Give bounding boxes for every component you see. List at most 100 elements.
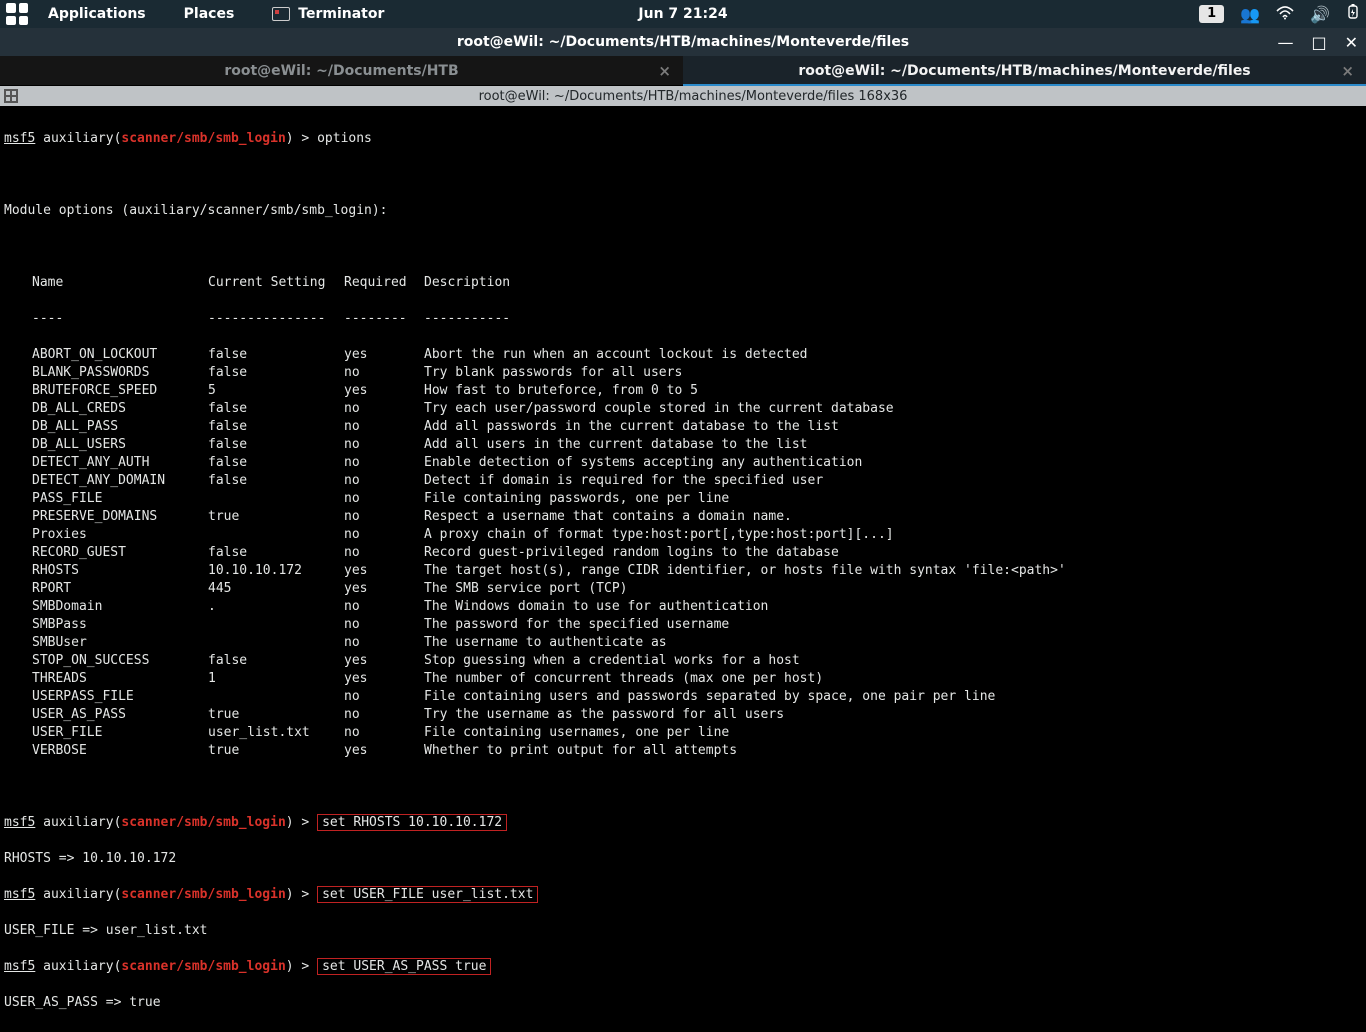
opt-name: DB_ALL_PASS <box>32 418 208 436</box>
menu-places[interactable]: Places <box>184 6 235 22</box>
opt-name: STOP_ON_SUCCESS <box>32 652 208 670</box>
volume-icon[interactable]: 🔊 <box>1310 5 1330 24</box>
opt-name: DETECT_ANY_AUTH <box>32 454 208 472</box>
opt-required: no <box>344 688 424 706</box>
wifi-icon[interactable] <box>1276 5 1294 24</box>
table-row: BLANK_PASSWORDSfalsenoTry blank password… <box>4 364 1362 382</box>
opt-name: RECORD_GUEST <box>32 544 208 562</box>
terminator-infobar: root@eWil: ~/Documents/HTB/machines/Mont… <box>0 86 1366 106</box>
opt-required: no <box>344 598 424 616</box>
opt-description: Enable detection of systems accepting an… <box>424 454 862 472</box>
opt-description: The SMB service port (TCP) <box>424 580 628 598</box>
opt-current: false <box>208 454 344 472</box>
clock[interactable]: Jun 7 21:24 <box>638 6 727 22</box>
opt-required: yes <box>344 580 424 598</box>
opt-current: false <box>208 472 344 490</box>
opt-name: ABORT_ON_LOCKOUT <box>32 346 208 364</box>
opt-name: DB_ALL_USERS <box>32 436 208 454</box>
result-userfile: USER_FILE => user_list.txt <box>4 922 1362 940</box>
table-row: THREADS1yesThe number of concurrent thre… <box>4 670 1362 688</box>
opt-required: no <box>344 436 424 454</box>
opt-required: no <box>344 472 424 490</box>
opt-required: yes <box>344 346 424 364</box>
opt-required: no <box>344 634 424 652</box>
opt-description: Record guest-privileged random logins to… <box>424 544 839 562</box>
menu-app-running[interactable]: Terminator <box>272 6 384 22</box>
opt-required: no <box>344 400 424 418</box>
opt-current: 10.10.10.172 <box>208 562 344 580</box>
minimize-button[interactable]: — <box>1277 33 1293 52</box>
opt-description: The password for the specified username <box>424 616 729 634</box>
opt-description: Detect if domain is required for the spe… <box>424 472 823 490</box>
table-row: DB_ALL_USERSfalsenoAdd all users in the … <box>4 436 1362 454</box>
opt-current: true <box>208 706 344 724</box>
opt-current: false <box>208 400 344 418</box>
opt-description: A proxy chain of format type:host:port[,… <box>424 526 894 544</box>
table-row: RHOSTS10.10.10.172yesThe target host(s),… <box>4 562 1362 580</box>
opt-name: USERPASS_FILE <box>32 688 208 706</box>
opt-name: SMBPass <box>32 616 208 634</box>
opt-name: USER_AS_PASS <box>32 706 208 724</box>
opt-current: user_list.txt <box>208 724 344 742</box>
opt-current <box>208 490 344 508</box>
tab-2-close-icon[interactable]: × <box>1341 62 1354 80</box>
tab-2-label: root@eWil: ~/Documents/HTB/machines/Mont… <box>798 63 1250 79</box>
close-button[interactable]: ✕ <box>1345 33 1358 52</box>
opt-name: SMBDomain <box>32 598 208 616</box>
opt-name: DB_ALL_CREDS <box>32 400 208 418</box>
opt-current <box>208 634 344 652</box>
table-row: DB_ALL_PASSfalsenoAdd all passwords in t… <box>4 418 1362 436</box>
terminal-tabbar: root@eWil: ~/Documents/HTB × root@eWil: … <box>0 56 1366 86</box>
table-row: SMBPassnoThe password for the specified … <box>4 616 1362 634</box>
split-layout-icon[interactable] <box>4 89 18 103</box>
opt-current: . <box>208 598 344 616</box>
msf-prompt: msf5 <box>4 131 35 146</box>
table-divider: -------------------------------------- <box>4 310 1362 328</box>
table-row: SMBDomain.noThe Windows domain to use fo… <box>4 598 1362 616</box>
table-row: ProxiesnoA proxy chain of format type:ho… <box>4 526 1362 544</box>
table-row: SMBUsernoThe username to authenticate as <box>4 634 1362 652</box>
prompt-line-4: msf5 auxiliary(scanner/smb/smb_login) > … <box>4 958 1362 976</box>
maximize-button[interactable]: □ <box>1311 33 1326 52</box>
tab-1-close-icon[interactable]: × <box>658 62 671 80</box>
opt-current: true <box>208 742 344 760</box>
opt-required: yes <box>344 562 424 580</box>
opt-required: no <box>344 418 424 436</box>
menu-applications[interactable]: Applications <box>48 6 146 22</box>
opt-required: no <box>344 490 424 508</box>
workspace-indicator[interactable]: 1 <box>1199 5 1224 23</box>
power-icon[interactable] <box>1346 4 1360 24</box>
table-row: USER_AS_PASStruenoTry the username as th… <box>4 706 1362 724</box>
tab-1[interactable]: root@eWil: ~/Documents/HTB × <box>0 56 683 85</box>
opt-current <box>208 688 344 706</box>
system-tray: 1 👥 🔊 <box>1199 4 1360 24</box>
users-icon[interactable]: 👥 <box>1240 5 1260 24</box>
opt-current: false <box>208 346 344 364</box>
opt-required: no <box>344 724 424 742</box>
activities-icon[interactable] <box>6 3 28 25</box>
cmd-set-rhosts: set RHOSTS 10.10.10.172 <box>317 814 507 831</box>
infobar-path: root@eWil: ~/Documents/HTB/machines/Mont… <box>24 89 1362 104</box>
opt-description: The number of concurrent threads (max on… <box>424 670 823 688</box>
opt-name: DETECT_ANY_DOMAIN <box>32 472 208 490</box>
opt-current: true <box>208 508 344 526</box>
table-header: NameCurrent SettingRequiredDescription <box>4 274 1362 292</box>
opt-current <box>208 616 344 634</box>
opt-description: Abort the run when an account lockout is… <box>424 346 808 364</box>
module-header: Module options (auxiliary/scanner/smb/sm… <box>4 202 1362 220</box>
opt-description: Try the username as the password for all… <box>424 706 784 724</box>
opt-required: no <box>344 364 424 382</box>
terminal-pane[interactable]: msf5 auxiliary(scanner/smb/smb_login) > … <box>0 106 1366 1032</box>
tab-1-label: root@eWil: ~/Documents/HTB <box>224 63 458 79</box>
table-row: DETECT_ANY_DOMAINfalsenoDetect if domain… <box>4 472 1362 490</box>
opt-name: THREADS <box>32 670 208 688</box>
opt-current <box>208 526 344 544</box>
window-titlebar[interactable]: root@eWil: ~/Documents/HTB/machines/Mont… <box>0 28 1366 56</box>
opt-name: PRESERVE_DOMAINS <box>32 508 208 526</box>
table-row: PASS_FILEnoFile containing passwords, on… <box>4 490 1362 508</box>
table-row: DETECT_ANY_AUTHfalsenoEnable detection o… <box>4 454 1362 472</box>
opt-description: The username to authenticate as <box>424 634 667 652</box>
tab-2[interactable]: root@eWil: ~/Documents/HTB/machines/Mont… <box>683 56 1366 85</box>
opt-description: How fast to bruteforce, from 0 to 5 <box>424 382 698 400</box>
table-row: BRUTEFORCE_SPEED5yesHow fast to brutefor… <box>4 382 1362 400</box>
